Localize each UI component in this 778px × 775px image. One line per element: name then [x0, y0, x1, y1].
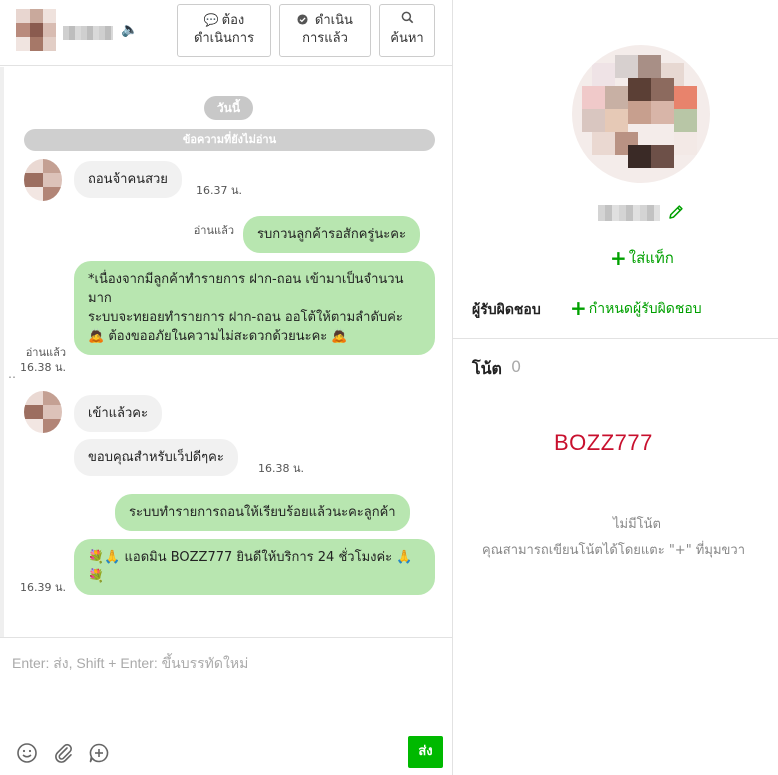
sender-avatar[interactable] [24, 391, 62, 433]
incoming-message[interactable]: เข้าแล้วคะ [74, 395, 162, 432]
search-label: ค้นหา [390, 31, 424, 46]
chat-header: 🔈 💬 ต้อง ดำเนินการ ดำเนิน การแล้ว ค้นหา [0, 0, 453, 66]
notes-count: 0 [511, 357, 522, 376]
speech-bubble-icon: 💬 [203, 13, 219, 27]
message-time: 16.38 น. [258, 462, 305, 475]
search-button[interactable]: ค้นหา [379, 4, 435, 57]
todo-button[interactable]: 💬 ต้อง ดำเนินการ [177, 4, 271, 57]
responsible-label: ผู้รับผิดชอบ [472, 302, 541, 318]
chat-pane: 🔈 💬 ต้อง ดำเนินการ ดำเนิน การแล้ว ค้นหา ว… [0, 0, 453, 775]
done-label-line1: ดำเนิน [314, 13, 353, 28]
message-time: 16.39 น. [20, 581, 67, 594]
quick-reply-icon[interactable] [88, 742, 110, 764]
emoji-icon[interactable] [16, 742, 38, 764]
assign-responsible-label: กำหนดผู้รับผิดชอบ [588, 301, 702, 317]
profile-pane: + ใส่แท็ก ผู้รับผิดชอบ + กำหนดผู้รับผิดชอบ… [453, 0, 778, 775]
contact-avatar[interactable] [16, 9, 56, 51]
todo-label-line2: ดำเนินการ [193, 31, 255, 46]
profile-name [598, 205, 660, 221]
check-bubble-icon [297, 13, 312, 27]
contact-name [63, 26, 113, 40]
pencil-icon[interactable] [667, 203, 685, 221]
message-time: 16.37 น. [196, 184, 243, 197]
speaker-icon[interactable]: 🔈 [121, 22, 138, 38]
composer: ส่ง [0, 637, 452, 775]
incoming-message[interactable]: ถอนจ้าคนสวย [74, 161, 182, 198]
date-pill: วันนี้ [204, 96, 253, 120]
add-tag-button[interactable]: + ใส่แท็ก [610, 246, 674, 270]
brand-text: BOZZ777 [554, 430, 653, 455]
send-button[interactable]: ส่ง [408, 736, 443, 768]
todo-label-line1: ต้อง [221, 13, 245, 28]
add-tag-label: ใส่แท็ก [628, 249, 674, 267]
quote-mark-icon: ‥ [8, 367, 17, 381]
outgoing-message[interactable]: ระบบทำรายการถอนให้เรียบร้อยแล้วนะคะลูกค้… [115, 494, 410, 531]
divider [453, 338, 778, 339]
done-label-line2: การแล้ว [302, 31, 348, 46]
incoming-message[interactable]: ขอบคุณสำหรับเว็ปดีๆคะ [74, 439, 238, 476]
plus-icon: + [570, 296, 587, 320]
outgoing-message[interactable]: *เนื่องจากมีลูกค้าทำรายการ ฝาก-ถอน เข้าม… [74, 261, 435, 355]
scrollbar[interactable] [0, 67, 4, 637]
no-notes-text: ไม่มีโน้ต [613, 517, 661, 532]
read-status: อ่านแล้ว [25, 346, 66, 359]
sender-avatar[interactable] [24, 159, 62, 201]
notes-label: โน้ต [472, 359, 502, 378]
no-notes-hint: คุณสามารถเขียนโน้ตได้โดยแตะ "+" ที่มุมขว… [482, 543, 745, 558]
outgoing-message[interactable]: 💐🙏 แอดมิน BOZZ777 ยินดีให้บริการ 24 ชั่ว… [74, 539, 435, 595]
message-list[interactable]: วันนี้ ข้อความที่ยังไม่อ่าน ถอนจ้าคนสวย … [0, 67, 452, 637]
search-icon [380, 11, 434, 30]
profile-avatar[interactable] [572, 45, 710, 183]
plus-icon: + [610, 246, 627, 270]
done-button[interactable]: ดำเนิน การแล้ว [279, 4, 371, 57]
read-status: อ่านแล้ว [193, 224, 234, 237]
attachment-icon[interactable] [52, 742, 74, 764]
unread-divider: ข้อความที่ยังไม่อ่าน [24, 129, 435, 151]
outgoing-message[interactable]: รบกวนลูกค้ารอสักครู่นะคะ [243, 216, 420, 253]
message-input[interactable] [12, 650, 442, 676]
assign-responsible-button[interactable]: + กำหนดผู้รับผิดชอบ [570, 296, 702, 320]
